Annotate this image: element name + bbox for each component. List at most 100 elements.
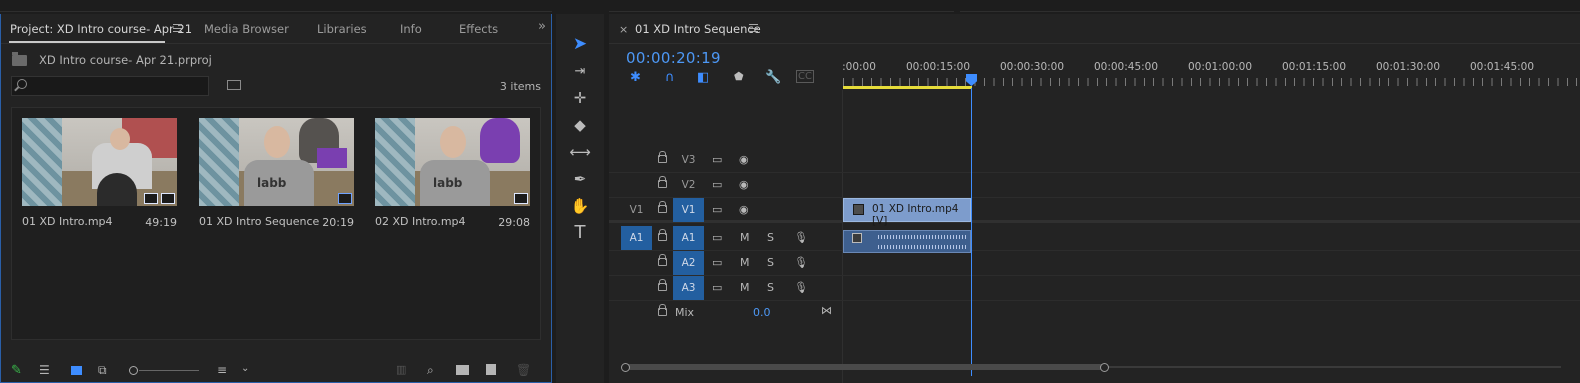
panel-menu-icon[interactable] <box>749 24 758 32</box>
eye-icon[interactable]: ◉ <box>739 153 749 166</box>
tab-sequence[interactable]: 01 XD Intro Sequence <box>635 22 761 36</box>
panel-menu-icon[interactable] <box>173 24 182 32</box>
tab-libraries[interactable]: Libraries <box>317 22 367 36</box>
ruler-label: 00:00:30:00 <box>999 61 1065 73</box>
selection-tool-icon[interactable]: ➤ <box>570 34 590 54</box>
clip-thumbnail[interactable]: labb <box>375 118 530 206</box>
new-bin-icon[interactable] <box>456 365 469 375</box>
track-label-a3[interactable]: A3 <box>673 276 704 300</box>
mute-button[interactable]: M <box>740 281 750 294</box>
tab-media-browser[interactable]: Media Browser <box>204 22 289 36</box>
slip-icon[interactable]: ⟷ <box>569 142 591 162</box>
project-file-name: XD Intro course- Apr 21.prproj <box>39 53 212 67</box>
wrench-icon[interactable]: 🔧 <box>765 70 781 85</box>
tab-info[interactable]: Info <box>400 22 422 36</box>
clip-item[interactable]: labb 01 XD Intro Sequence 20:19 <box>199 118 359 229</box>
ruler-ticks <box>843 78 1580 86</box>
sync-lock-icon[interactable]: ▭ <box>712 256 722 269</box>
nest-icon[interactable]: ✱ <box>630 70 641 85</box>
snap-icon[interactable]: ∩ <box>665 70 675 85</box>
track-row-a3: A3 ▭ M S 🎙 <box>609 276 1580 301</box>
mute-button[interactable]: M <box>740 231 750 244</box>
tab-project[interactable]: Project: XD Intro course- Apr 21 <box>10 22 192 36</box>
clip-thumbnail[interactable] <box>22 118 177 206</box>
scroll-handle-right[interactable] <box>1100 363 1109 372</box>
linked-selection-icon[interactable]: ◧ <box>697 70 709 85</box>
track-label-v3[interactable]: V3 <box>673 148 704 172</box>
razor-icon[interactable]: ◆ <box>570 115 590 135</box>
lock-icon[interactable] <box>658 176 667 188</box>
sync-lock-icon[interactable]: ▭ <box>712 203 722 216</box>
tab-effects[interactable]: Effects <box>459 22 498 36</box>
video-clip[interactable]: 01 XD Intro.mp4 [V] <box>843 198 971 227</box>
lock-icon[interactable] <box>658 201 667 213</box>
find-icon[interactable]: ⌕ <box>427 363 434 378</box>
audio-clip[interactable] <box>843 230 971 253</box>
icon-view-icon[interactable] <box>71 366 82 375</box>
microphone-icon[interactable]: 🎙 <box>794 256 808 269</box>
pencil-icon[interactable]: ✎ <box>11 363 22 378</box>
eye-icon[interactable]: ◉ <box>739 178 749 191</box>
mute-button[interactable]: M <box>740 256 750 269</box>
find-icon[interactable] <box>227 80 241 90</box>
automate-to-sequence-icon[interactable]: ▥ <box>396 363 406 376</box>
playhead-line[interactable] <box>971 88 972 376</box>
track-label-a2[interactable]: A2 <box>673 251 704 275</box>
close-icon[interactable]: × <box>619 23 628 36</box>
scroll-thumb[interactable] <box>625 364 1105 370</box>
zoom-slider-track[interactable] <box>139 370 199 371</box>
marker-icon[interactable]: ⬟ <box>734 70 744 83</box>
time-ruler[interactable]: :00:00 00:00:15:00 00:00:30:00 00:00:45:… <box>842 44 1580 90</box>
clip-item[interactable]: labb 02 XD Intro.mp4 29:08 <box>375 118 535 229</box>
lock-icon[interactable] <box>658 304 667 316</box>
lock-icon[interactable] <box>658 279 667 291</box>
track-label-a1[interactable]: A1 <box>673 226 704 250</box>
hand-icon[interactable]: ✋ <box>570 196 590 216</box>
scroll-handle-left[interactable] <box>621 363 630 372</box>
new-item-icon[interactable] <box>486 364 496 375</box>
search-icon <box>17 79 27 89</box>
clip-thumbnail[interactable]: labb <box>199 118 354 206</box>
solo-button[interactable]: S <box>767 281 774 294</box>
double-chevron-right-icon[interactable]: » <box>538 19 546 34</box>
sync-lock-icon[interactable]: ▭ <box>712 178 722 191</box>
bowtie-icon[interactable]: ⋈ <box>821 304 832 317</box>
solo-button[interactable]: S <box>767 231 774 244</box>
captions-icon[interactable]: CC <box>796 70 814 83</box>
chevron-down-icon[interactable]: ⌄ <box>241 363 249 374</box>
top-strip <box>0 0 1580 13</box>
type-icon[interactable]: T <box>570 222 590 243</box>
list-view-icon[interactable]: ☰ <box>39 363 50 377</box>
ripple-edit-icon[interactable]: ✛ <box>570 88 590 108</box>
search-input[interactable] <box>11 76 209 96</box>
audio-waveform <box>878 245 968 249</box>
track-label-v2[interactable]: V2 <box>673 173 704 197</box>
mix-value[interactable]: 0.0 <box>753 306 771 319</box>
lock-icon[interactable] <box>658 151 667 163</box>
audio-waveform <box>878 235 968 239</box>
clip-item[interactable]: 01 XD Intro.mp4 49:19 <box>22 118 182 229</box>
trash-icon[interactable]: 🗑 <box>516 363 531 377</box>
lock-icon[interactable] <box>658 229 667 241</box>
zoom-slider-handle[interactable] <box>129 366 138 375</box>
microphone-icon[interactable]: 🎙 <box>794 281 808 294</box>
source-patch-v1[interactable]: V1 <box>621 198 652 222</box>
source-patch-a1[interactable]: A1 <box>621 226 652 250</box>
microphone-icon[interactable]: 🎙 <box>794 231 808 244</box>
video-clip-name: 01 XD Intro.mp4 [V] <box>872 203 959 227</box>
fx-badge-icon <box>853 204 864 215</box>
sort-icon[interactable]: ≡ <box>217 363 227 377</box>
work-area-bar[interactable] <box>843 86 972 89</box>
lock-icon[interactable] <box>658 254 667 266</box>
timeline-scrollbar[interactable] <box>621 363 1569 372</box>
playhead-timecode[interactable]: 00:00:20:19 <box>626 49 721 67</box>
pen-icon[interactable]: ✒ <box>570 169 590 189</box>
sync-lock-icon[interactable]: ▭ <box>712 153 722 166</box>
eye-icon[interactable]: ◉ <box>739 203 749 216</box>
sync-lock-icon[interactable]: ▭ <box>712 281 722 294</box>
freeform-view-icon[interactable]: ⧉ <box>98 363 107 378</box>
solo-button[interactable]: S <box>767 256 774 269</box>
track-select-icon[interactable]: ⇥ <box>570 61 590 81</box>
track-label-v1[interactable]: V1 <box>673 198 704 222</box>
sync-lock-icon[interactable]: ▭ <box>712 231 722 244</box>
